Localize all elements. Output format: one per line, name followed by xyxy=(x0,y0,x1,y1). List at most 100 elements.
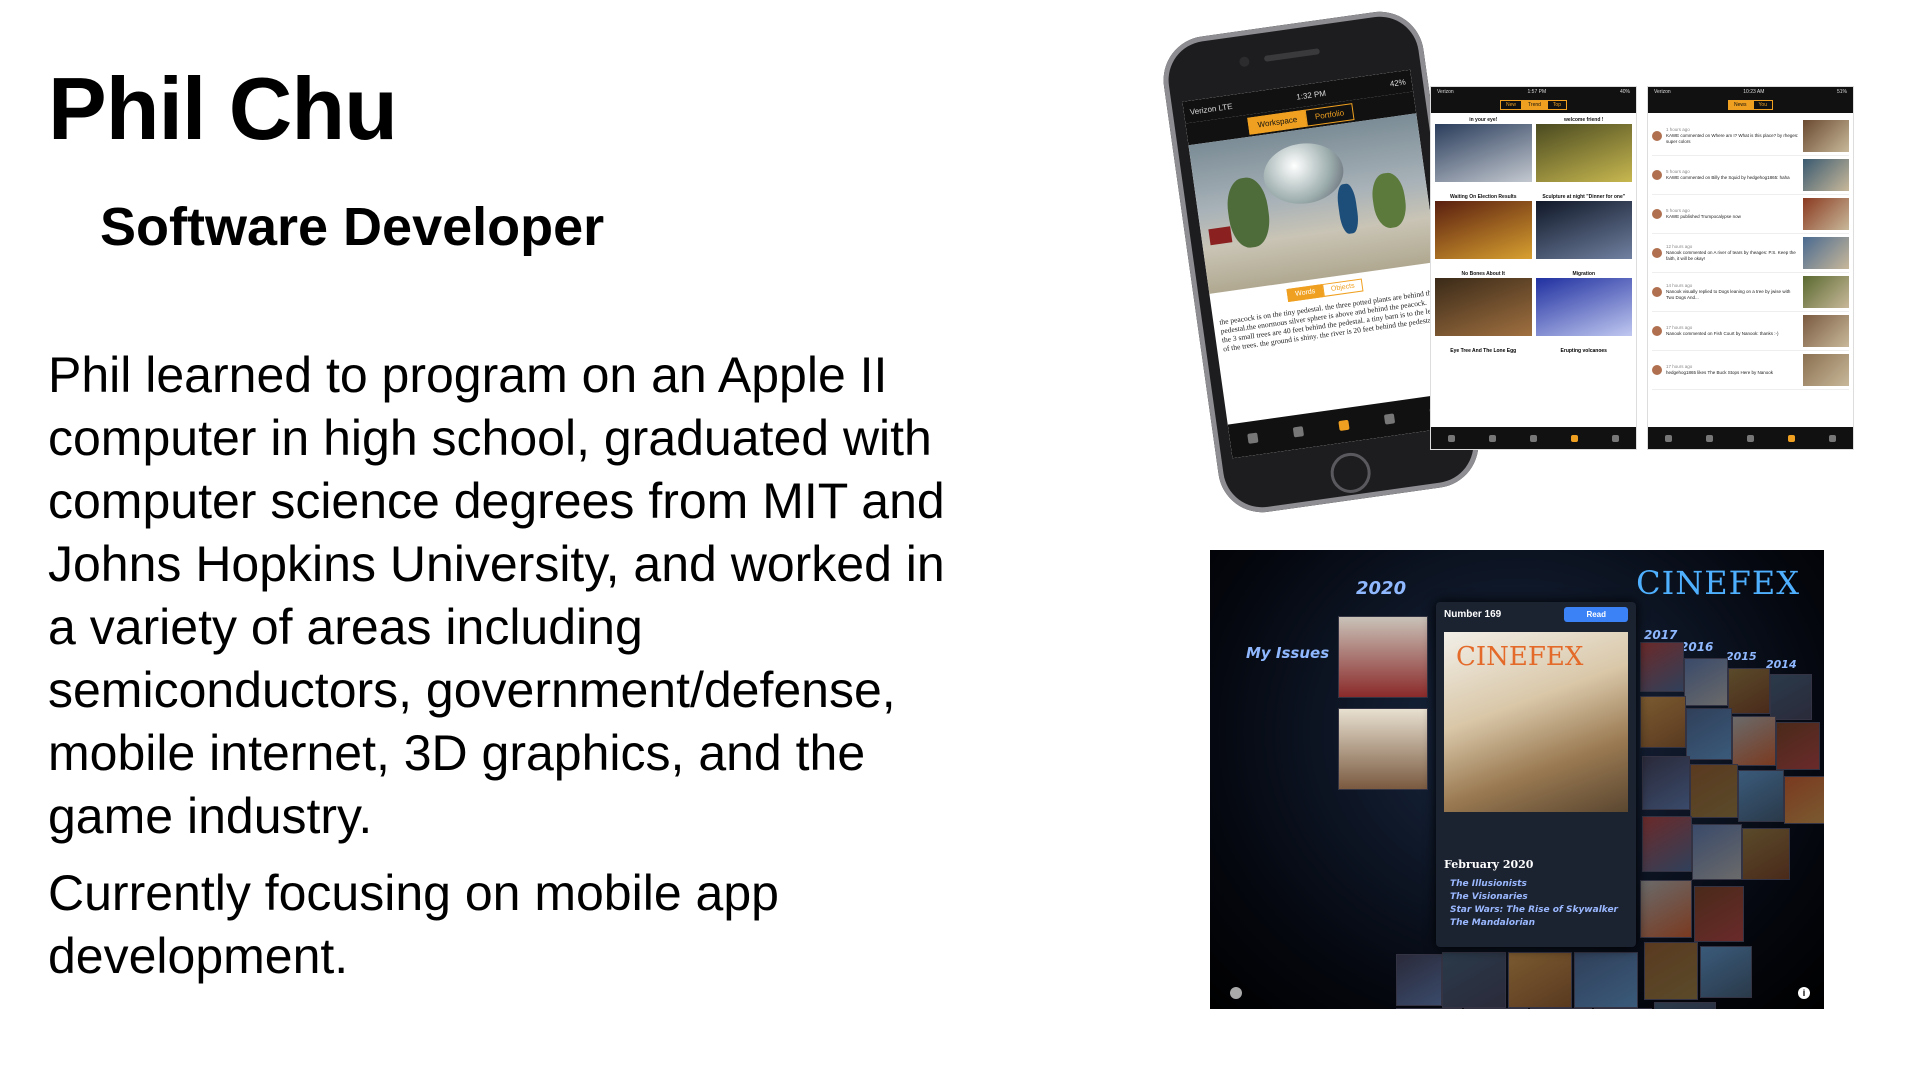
feed-item-thumbnail[interactable] xyxy=(1803,120,1849,152)
tab-new[interactable]: New xyxy=(1500,100,1523,110)
activity-icon[interactable] xyxy=(1383,413,1396,425)
create-icon[interactable] xyxy=(1530,434,1537,442)
feed-item-thumbnail[interactable] xyxy=(1803,315,1849,347)
issue-cover[interactable] xyxy=(1640,696,1686,748)
read-button[interactable]: Read xyxy=(1564,606,1628,622)
issue-cover[interactable] xyxy=(1738,770,1784,822)
trend-card-image[interactable] xyxy=(1535,201,1632,259)
avatar[interactable] xyxy=(1652,326,1662,336)
issue-detail-card[interactable]: Number 169 Read CINEFEX February 2020 Th… xyxy=(1436,602,1636,947)
gallery-icon[interactable] xyxy=(1448,434,1455,442)
tab-top[interactable]: Top xyxy=(1546,100,1567,110)
issue-cover[interactable] xyxy=(1396,1008,1462,1009)
feed-item[interactable]: 1 hours ago KAWE commented on Where am I?… xyxy=(1652,117,1849,156)
article-item[interactable]: Star Wars: The Rise of Skywalker xyxy=(1450,904,1618,917)
tab-objects[interactable]: Objects xyxy=(1322,278,1364,297)
year-label[interactable]: 2016 xyxy=(1680,640,1713,654)
trend-card-image[interactable] xyxy=(1435,201,1532,259)
issue-cover[interactable] xyxy=(1692,824,1742,880)
trend-card[interactable]: Waiting On Election Results xyxy=(1435,194,1532,267)
issue-cover[interactable] xyxy=(1776,722,1820,770)
feed-item[interactable]: 5 hours ago KAWE published Trumpocalypse … xyxy=(1652,195,1849,234)
artists-icon[interactable] xyxy=(1706,434,1713,442)
avatar[interactable] xyxy=(1652,365,1662,375)
issue-cover[interactable] xyxy=(1700,946,1752,998)
feed-item-thumbnail[interactable] xyxy=(1803,276,1849,308)
issue-cover[interactable] xyxy=(1338,616,1428,698)
feed-item[interactable]: 17 hours ago Nanook commented on Fish Cou… xyxy=(1652,312,1849,351)
year-label[interactable]: 2020 xyxy=(1356,578,1406,599)
trend-card-image[interactable] xyxy=(1435,124,1532,182)
issue-cover[interactable] xyxy=(1690,764,1738,818)
feed-item[interactable]: 12 hours ago Nanook commented on A river … xyxy=(1652,234,1849,273)
activity-icon[interactable] xyxy=(1571,434,1578,442)
scene-render-image xyxy=(1188,113,1438,294)
artists-icon[interactable] xyxy=(1489,434,1496,442)
tab-words[interactable]: Words xyxy=(1286,284,1325,302)
issue-cover[interactable] xyxy=(1594,1008,1652,1009)
trend-card-image[interactable] xyxy=(1535,278,1632,336)
article-item[interactable]: The Visionaries xyxy=(1450,891,1618,904)
issue-cover[interactable] xyxy=(1654,1002,1716,1009)
issue-cover[interactable] xyxy=(1338,708,1428,790)
create-icon[interactable] xyxy=(1338,419,1350,432)
trend-card[interactable]: Migration xyxy=(1535,271,1632,344)
issue-cover[interactable] xyxy=(1642,816,1692,872)
year-label[interactable]: 2015 xyxy=(1726,650,1757,663)
issue-cover[interactable] xyxy=(1530,1008,1592,1009)
article-item[interactable]: The Illusionists xyxy=(1450,878,1618,891)
issue-cover[interactable] xyxy=(1644,942,1698,1000)
issue-cover[interactable] xyxy=(1640,880,1692,938)
my-issues-label[interactable]: My Issues xyxy=(1246,644,1329,662)
article-item[interactable]: The Mandalorian xyxy=(1450,917,1618,930)
info-icon[interactable]: i xyxy=(1798,987,1810,999)
gallery-icon[interactable] xyxy=(1665,434,1672,442)
issue-cover[interactable] xyxy=(1728,668,1770,714)
trend-card[interactable]: No Bones About It xyxy=(1435,271,1532,344)
trend-card-image[interactable] xyxy=(1435,278,1532,336)
feed-item-thumbnail[interactable] xyxy=(1803,198,1849,230)
home-button[interactable] xyxy=(1328,450,1374,496)
issue-cover[interactable] xyxy=(1640,642,1684,692)
issue-cover[interactable] xyxy=(1396,954,1442,1006)
trend-card-image[interactable] xyxy=(1535,124,1632,182)
issue-cover[interactable] xyxy=(1508,952,1572,1008)
trend-card[interactable]: Sculpture at night "Dinner for one" xyxy=(1535,194,1632,267)
feed-item-thumbnail[interactable] xyxy=(1803,237,1849,269)
issue-cover[interactable] xyxy=(1742,828,1790,880)
avatar[interactable] xyxy=(1652,170,1662,180)
avatar[interactable] xyxy=(1652,209,1662,219)
issue-cover[interactable] xyxy=(1732,716,1776,766)
issue-cover[interactable] xyxy=(1784,776,1824,824)
tab-news[interactable]: News xyxy=(1728,100,1753,110)
issue-cover[interactable] xyxy=(1686,708,1732,760)
year-label[interactable]: 2017 xyxy=(1644,628,1677,642)
account-icon[interactable] xyxy=(1829,434,1836,442)
issue-cover[interactable] xyxy=(1770,674,1812,720)
issue-cover[interactable] xyxy=(1684,658,1728,706)
issue-cover[interactable] xyxy=(1574,952,1638,1008)
trend-card[interactable]: welcome friend ! xyxy=(1535,117,1632,190)
account-icon[interactable] xyxy=(1612,434,1619,442)
create-icon[interactable] xyxy=(1747,434,1754,442)
avatar[interactable] xyxy=(1652,248,1662,258)
issue-cover[interactable] xyxy=(1464,1008,1528,1009)
issue-cover[interactable] xyxy=(1694,886,1744,942)
feed-item[interactable]: 17 hours ago hedgehog1865 likes The Buck … xyxy=(1652,351,1849,390)
avatar[interactable] xyxy=(1652,131,1662,141)
trend-card[interactable]: in your eye! xyxy=(1435,117,1532,190)
feed-item-thumbnail[interactable] xyxy=(1803,354,1849,386)
avatar[interactable] xyxy=(1652,287,1662,297)
year-label[interactable]: 2014 xyxy=(1766,658,1797,671)
feed-item[interactable]: 14 hours ago Nanook visually replied to D… xyxy=(1652,273,1849,312)
artists-icon[interactable] xyxy=(1292,426,1305,438)
issue-cover[interactable] xyxy=(1442,952,1506,1008)
gallery-icon[interactable] xyxy=(1247,432,1259,444)
activity-icon[interactable] xyxy=(1788,434,1795,442)
feed-item[interactable]: 5 hours ago KAWE commented on Billy the S… xyxy=(1652,156,1849,195)
tab-you[interactable]: You xyxy=(1752,100,1773,110)
issue-cover[interactable] xyxy=(1642,756,1690,810)
download-icon[interactable] xyxy=(1230,987,1242,999)
tab-trend[interactable]: Trend xyxy=(1522,100,1547,110)
feed-item-thumbnail[interactable] xyxy=(1803,159,1849,191)
